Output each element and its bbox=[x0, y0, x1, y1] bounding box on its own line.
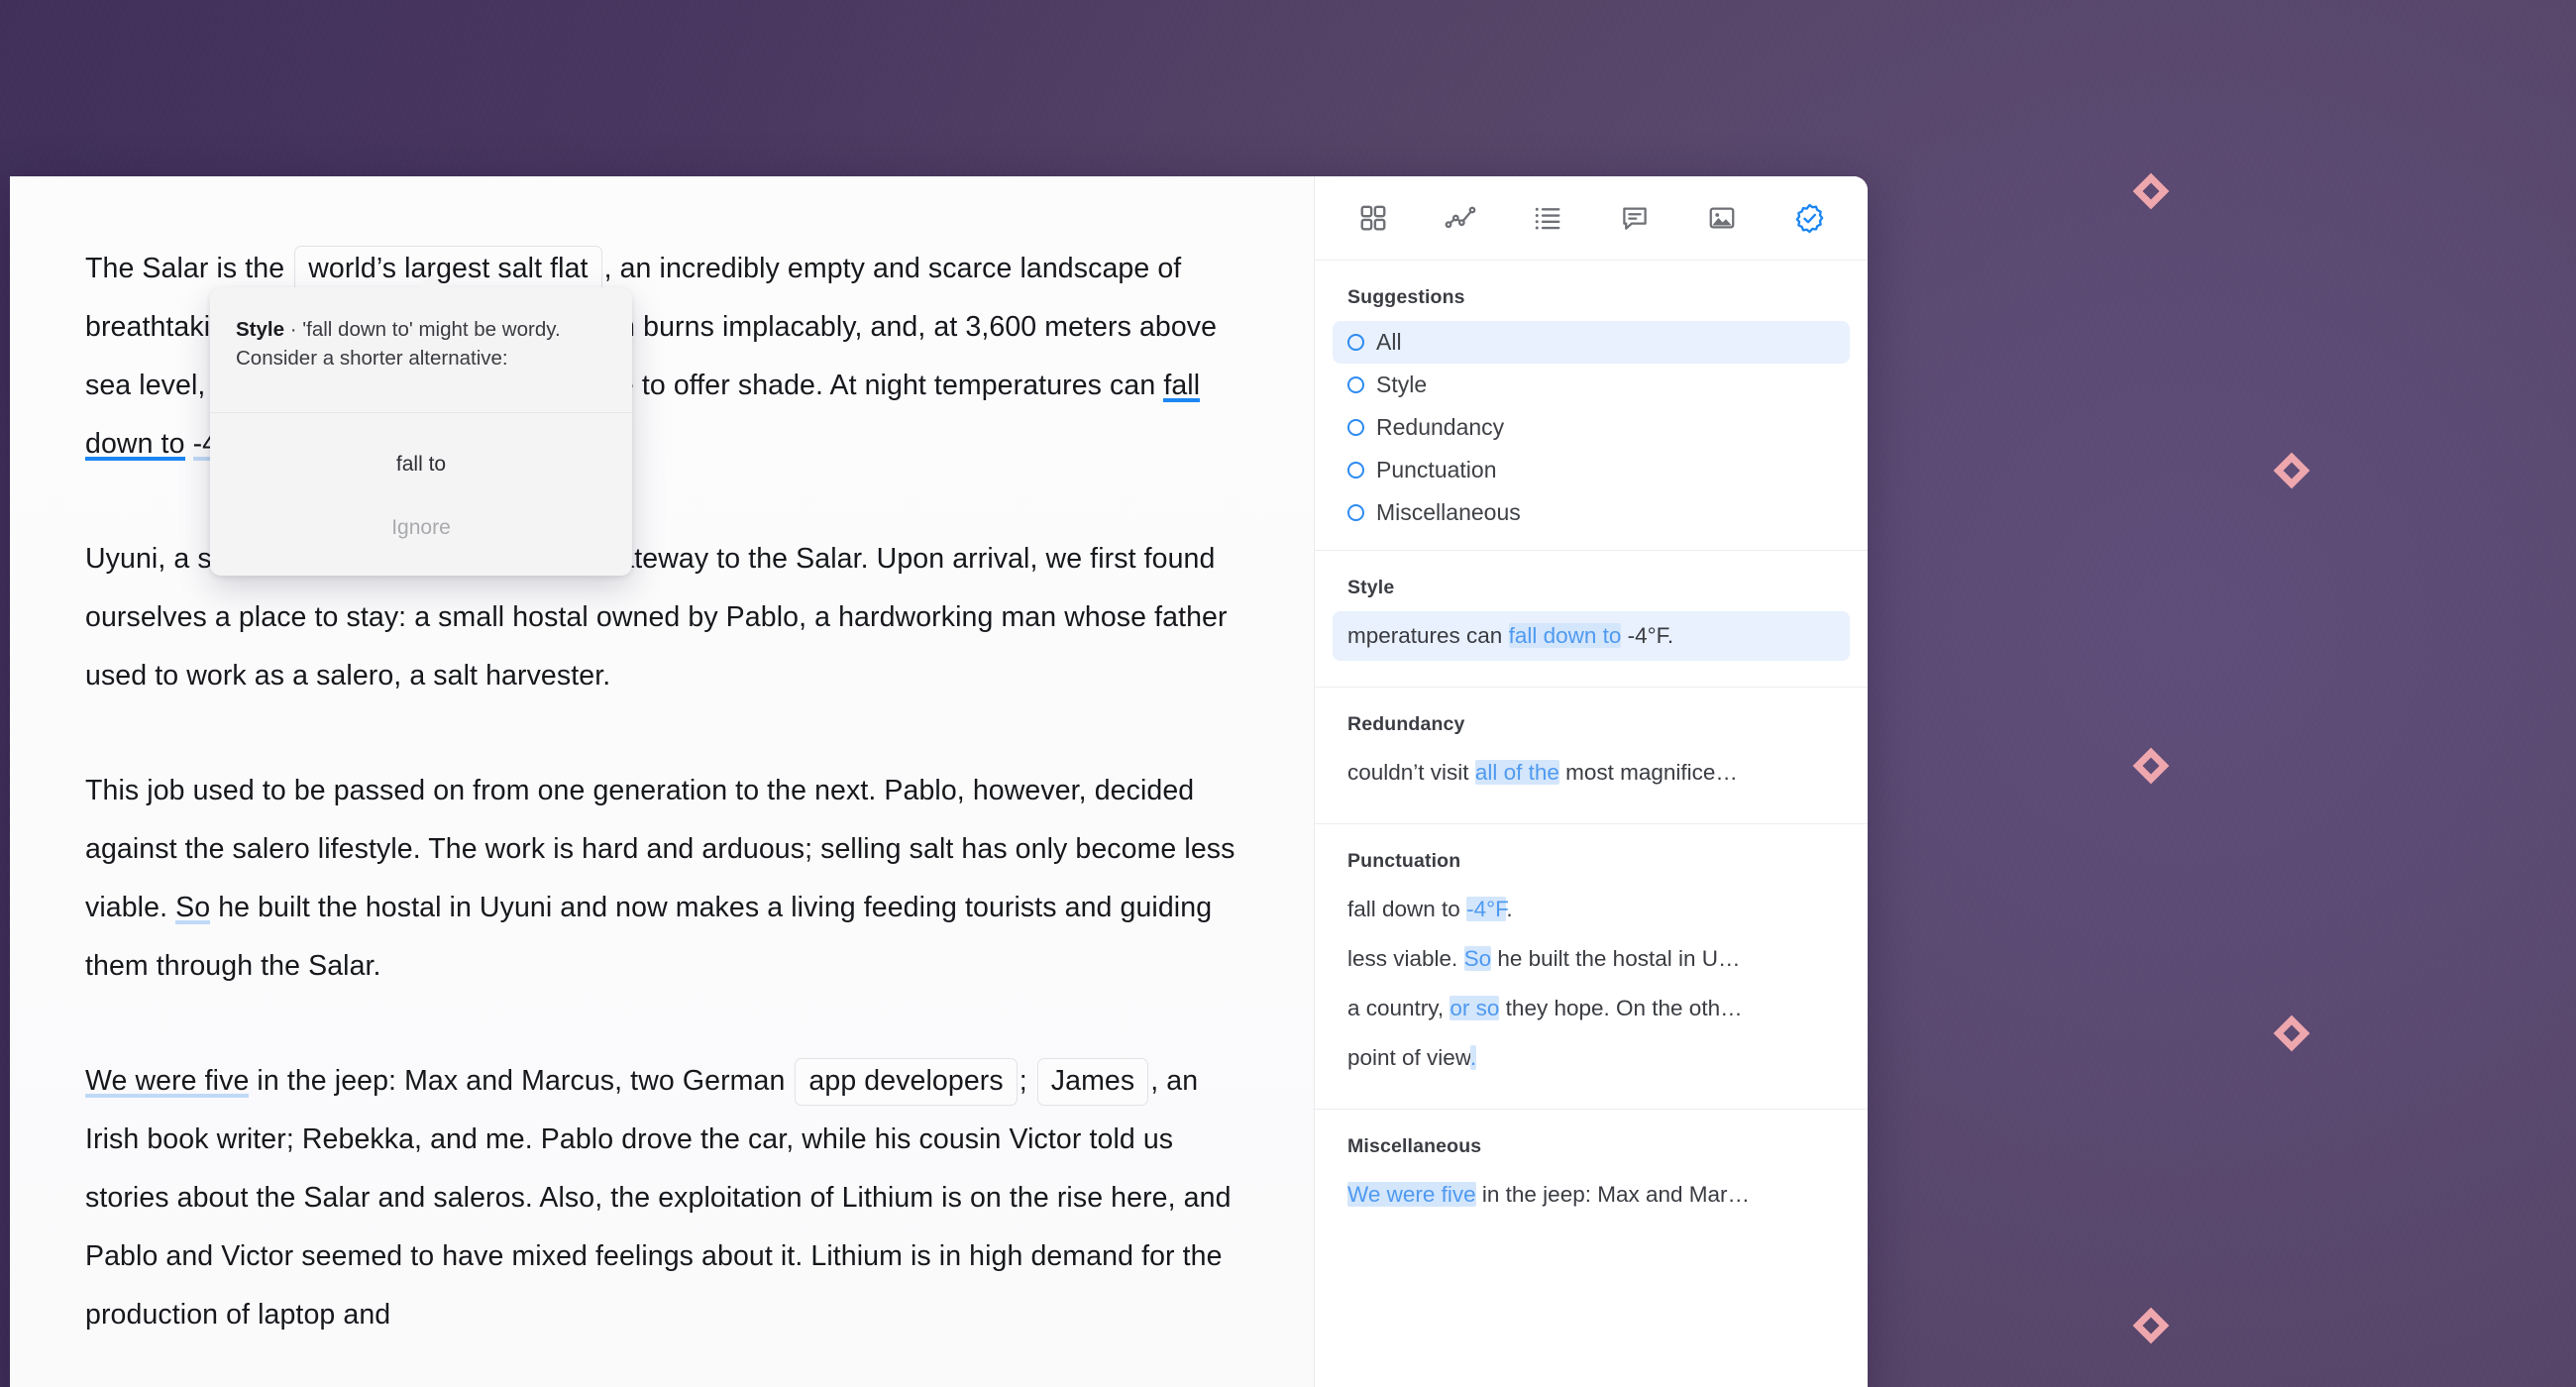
chart-line-icon[interactable] bbox=[1440, 197, 1481, 239]
suggestion-context: fall down to bbox=[1347, 897, 1467, 921]
suggestion-context: less viable. bbox=[1347, 946, 1464, 971]
diamond-decoration-2 bbox=[2132, 747, 2170, 785]
document-text-run: ; bbox=[1019, 1065, 1035, 1097]
app-window: The Salar is the world’s largest salt fl… bbox=[10, 176, 1868, 1387]
suggestion-highlight: So bbox=[1463, 946, 1492, 971]
inline-chip[interactable]: app developers bbox=[795, 1058, 1018, 1106]
suggestion-highlight: . bbox=[1469, 1045, 1477, 1070]
suggestion-highlight: -4°F bbox=[1466, 897, 1507, 921]
radio-icon[interactable] bbox=[1347, 419, 1364, 436]
suggestion-context: a country, bbox=[1347, 996, 1450, 1020]
document-text-run bbox=[185, 428, 193, 460]
check-badge-icon[interactable] bbox=[1788, 197, 1830, 239]
suggestion-context: -4°F. bbox=[1621, 623, 1674, 648]
suggestion-highlight: We were five bbox=[1347, 1182, 1476, 1207]
popup-category: Style bbox=[236, 318, 284, 341]
suggestion-item[interactable]: mperatures can fall down to -4°F. bbox=[1333, 611, 1850, 661]
radio-icon[interactable] bbox=[1347, 462, 1364, 479]
radio-icon[interactable] bbox=[1347, 334, 1364, 351]
section-title-punctuation: Punctuation bbox=[1347, 850, 1461, 872]
suggestion-highlight: fall down to bbox=[1508, 623, 1622, 648]
suggestion-underline[interactable]: We were five bbox=[85, 1065, 249, 1098]
document-bottom-fade bbox=[10, 1363, 1314, 1387]
suggestion-underline[interactable]: So bbox=[175, 892, 210, 924]
document-paragraph: This job used to be passed on from one g… bbox=[85, 762, 1252, 996]
suggestion-item[interactable]: couldn’t visit all of the most magnifice… bbox=[1315, 748, 1868, 798]
suggestions-sidebar: Suggestions All Style Redundancy Punctuatio… bbox=[1314, 176, 1868, 1387]
suggestion-sections: Style mperatures can fall down to -4°F. Re… bbox=[1315, 550, 1868, 1229]
image-icon[interactable] bbox=[1701, 197, 1743, 239]
suggestion-item[interactable]: fall down to -4°F. bbox=[1315, 885, 1868, 934]
suggestion-context: he built the hostal in U… bbox=[1491, 946, 1741, 971]
suggestion-item[interactable]: a country, or so they hope. On the oth… bbox=[1315, 984, 1868, 1033]
suggestion-popup[interactable]: Style · 'fall down to' might be wordy. C… bbox=[210, 274, 632, 576]
desktop-background: The Salar is the world’s largest salt fl… bbox=[0, 0, 2576, 1387]
suggestion-context: . bbox=[1506, 897, 1513, 921]
suggestion-highlight: or so bbox=[1449, 996, 1500, 1020]
popup-message: Style · 'fall down to' might be wordy. C… bbox=[210, 287, 632, 413]
suggestion-context: most magnifice… bbox=[1558, 760, 1738, 785]
ignore-button[interactable]: Ignore bbox=[210, 510, 632, 546]
suggestion-context: they hope. On the oth… bbox=[1499, 996, 1743, 1020]
popup-actions: fall to Ignore bbox=[210, 413, 632, 576]
apply-replacement-button[interactable]: fall to bbox=[210, 447, 632, 482]
filter-label: Style bbox=[1376, 372, 1428, 397]
suggestion-context: couldn’t visit bbox=[1347, 760, 1475, 785]
suggestions-heading: Suggestions bbox=[1347, 286, 1465, 308]
filter-all[interactable]: All bbox=[1333, 321, 1850, 364]
comment-icon[interactable] bbox=[1614, 197, 1656, 239]
section-title-redundancy: Redundancy bbox=[1347, 713, 1465, 735]
suggestion-highlight: all of the bbox=[1474, 760, 1559, 785]
document-pane[interactable]: The Salar is the world’s largest salt fl… bbox=[10, 176, 1314, 1387]
filter-label: Punctuation bbox=[1376, 457, 1497, 482]
filter-miscellaneous[interactable]: Miscellaneous bbox=[1333, 491, 1850, 534]
suggestion-item[interactable]: less viable. So he built the hostal in U… bbox=[1315, 934, 1868, 984]
filter-label: Miscellaneous bbox=[1376, 499, 1521, 525]
document-text[interactable]: The Salar is the world’s largest salt fl… bbox=[10, 240, 1314, 1344]
diamond-decoration-0 bbox=[2132, 172, 2170, 210]
filter-punctuation[interactable]: Punctuation bbox=[1333, 449, 1850, 491]
inline-chip[interactable]: James bbox=[1036, 1058, 1149, 1106]
diamond-decoration-3 bbox=[2273, 1014, 2310, 1052]
suggestion-context: point of view bbox=[1347, 1045, 1470, 1070]
filter-redundancy[interactable]: Redundancy bbox=[1333, 406, 1850, 449]
radio-icon[interactable] bbox=[1347, 504, 1364, 521]
radio-icon[interactable] bbox=[1347, 376, 1364, 393]
suggestion-item[interactable]: We were five in the jeep: Max and Mar… bbox=[1315, 1170, 1868, 1220]
sidebar-toolbar bbox=[1315, 176, 1868, 261]
suggestion-item[interactable]: point of view. bbox=[1315, 1033, 1868, 1083]
filter-label: All bbox=[1376, 329, 1402, 355]
section-title-miscellaneous: Miscellaneous bbox=[1347, 1135, 1482, 1157]
popup-separator: · bbox=[289, 318, 297, 341]
sidebar-scroll-area[interactable]: Suggestions All Style Redundancy Punctuatio… bbox=[1315, 261, 1868, 1387]
inline-chip[interactable]: world’s largest salt flat bbox=[294, 246, 602, 293]
document-text-run: The Salar is the bbox=[85, 253, 293, 284]
suggestion-filter-list: All Style Redundancy Punctuation Miscellaneo… bbox=[1315, 321, 1868, 534]
grid-icon[interactable] bbox=[1352, 197, 1394, 239]
list-icon[interactable] bbox=[1527, 197, 1568, 239]
diamond-decoration-4 bbox=[2132, 1307, 2170, 1344]
document-text-run: in the jeep: Max and Marcus, two German bbox=[249, 1065, 794, 1097]
suggestion-context: mperatures can bbox=[1347, 623, 1509, 648]
filter-label: Redundancy bbox=[1376, 414, 1505, 440]
document-text-run: he built the hostal in Uyuni and now mak… bbox=[85, 892, 1213, 982]
popup-message-text: 'fall down to' might be wordy. Consider … bbox=[236, 318, 561, 370]
document-paragraph: We were five in the jeep: Max and Marcus… bbox=[85, 1052, 1252, 1344]
section-title-style: Style bbox=[1347, 577, 1395, 598]
filter-style[interactable]: Style bbox=[1333, 364, 1850, 406]
suggestion-context: in the jeep: Max and Mar… bbox=[1475, 1182, 1751, 1207]
diamond-decoration-1 bbox=[2273, 452, 2310, 489]
